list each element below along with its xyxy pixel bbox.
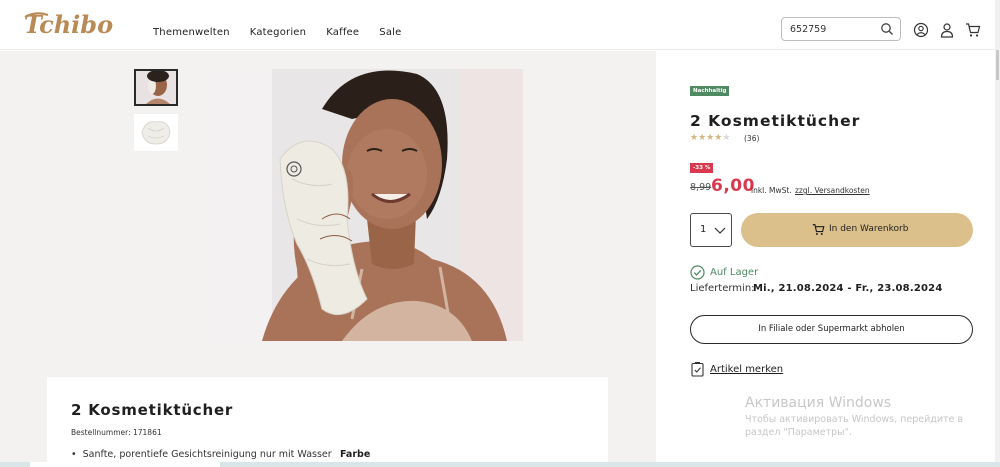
wishlist-icon[interactable]	[691, 362, 704, 377]
order-number: Bestellnummer: 171861	[71, 428, 162, 437]
search-icon[interactable]	[880, 22, 894, 36]
new-price: 6,00	[711, 176, 755, 196]
product-details-card: 2 Kosmetiktücher Bestellnummer: 171861 •…	[47, 377, 608, 467]
site-header: Tchibo Themenwelten Kategorien Kaffee Sa…	[0, 0, 1000, 50]
feature-bullet-text: Sanfte, porentiefe Gesichtsreinigung nur…	[82, 449, 332, 460]
nav-item-themenwelten[interactable]: Themenwelten	[153, 27, 230, 38]
delivery-date: Mi., 21.08.2024 - Fr., 23.08.2024	[753, 283, 943, 294]
page-scrollbar[interactable]	[995, 0, 1000, 467]
quantity-select[interactable]: 1	[690, 213, 732, 247]
search-input[interactable]	[790, 21, 878, 37]
user-icon[interactable]	[939, 22, 955, 38]
nav-item-kaffee[interactable]: Kaffee	[326, 27, 359, 38]
search-box	[781, 17, 901, 41]
nav-item-kategorien[interactable]: Kategorien	[250, 27, 306, 38]
stock-status: Auf Lager	[710, 267, 759, 278]
main-nav: Themenwelten Kategorien Kaffee Sale	[153, 27, 421, 38]
shipping-link[interactable]: zzgl. Versandkosten	[795, 186, 870, 195]
product-main-image[interactable]	[202, 69, 523, 341]
taskbar-item[interactable]	[30, 462, 220, 467]
review-count[interactable]: (36)	[744, 134, 759, 143]
tax-note: inkl. MwSt.	[751, 186, 792, 195]
details-title: 2 Kosmetiktücher	[71, 401, 234, 419]
thumbnail-woman-towel[interactable]	[134, 69, 178, 106]
add-to-cart-label: In den Warenkorb	[829, 224, 909, 234]
cart-icon	[812, 224, 825, 235]
check-circle-icon	[690, 265, 705, 280]
quantity-value: 1	[700, 224, 707, 235]
thumbnail-cloth[interactable]	[134, 114, 178, 151]
windows-activation-title: Активация Windows	[745, 395, 892, 411]
add-to-cart-button[interactable]: In den Warenkorb	[741, 213, 973, 247]
chevron-down-icon	[714, 227, 726, 234]
scrollbar-thumb[interactable]	[996, 50, 999, 80]
product-title: 2 Kosmetiktücher	[690, 112, 861, 130]
windows-activation-text: Чтобы активировать Windows, перейдите в …	[745, 414, 963, 438]
feature-bullet: • Sanfte, porentiefe Gesichtsreinigung n…	[71, 449, 332, 460]
store-pickup-button[interactable]: In Filiale oder Supermarkt abholen	[690, 315, 973, 344]
taskbar-strip	[0, 462, 1000, 467]
farbe-label: Farbe	[340, 449, 371, 460]
tchibo-logo[interactable]: Tchibo	[22, 8, 124, 40]
star-rating[interactable]: ★★★★★	[690, 133, 730, 143]
old-price: 8,99	[690, 182, 712, 193]
star-filled-icon: ★	[698, 133, 707, 143]
cart-icon[interactable]	[965, 22, 981, 38]
nav-item-sale[interactable]: Sale	[379, 27, 401, 38]
wishlist-link[interactable]: Artikel merken	[710, 364, 783, 375]
store-pickup-label: In Filiale oder Supermarkt abholen	[758, 324, 905, 334]
delivery-label: Liefertermin:	[690, 283, 755, 294]
account-icon[interactable]	[913, 22, 929, 38]
discount-badge: -33 %	[690, 163, 714, 173]
star-filled-icon: ★	[690, 133, 699, 143]
star-empty-icon: ★	[722, 133, 731, 143]
sustainable-badge: Nachhaltig	[690, 86, 730, 96]
